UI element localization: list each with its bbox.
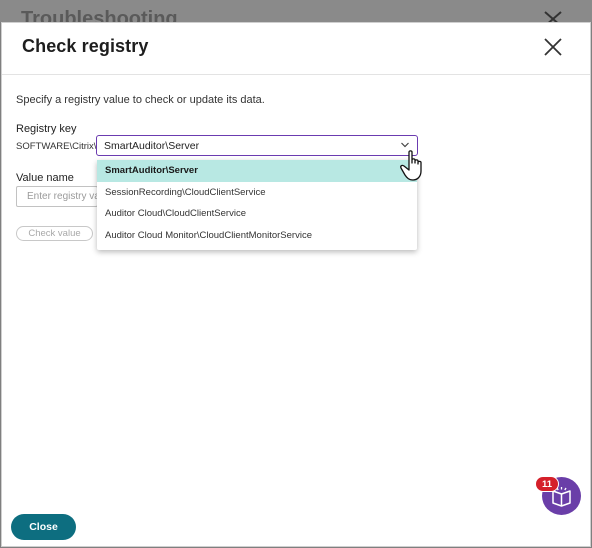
hand-cursor-icon [400,150,422,181]
dialog-description: Specify a registry value to check or upd… [16,94,265,106]
notification-badge: 11 [535,476,559,492]
registry-key-selected-value: SmartAuditor\Server [104,140,200,152]
dialog-title: Check registry [22,36,149,56]
value-name-label: Value name [16,172,74,184]
dropdown-option[interactable]: Auditor Cloud Monitor\CloudClientMonitor… [97,225,417,247]
value-name-input[interactable] [16,186,98,207]
registry-key-dropdown-list: SmartAuditor\Server SessionRecording\Clo… [97,160,417,250]
registry-key-label: Registry key [16,123,77,135]
dropdown-option[interactable]: SessionRecording\CloudClientService [97,182,417,204]
dialog-header: Check registry [2,23,590,75]
check-registry-dialog: Check registry Specify a registry value … [1,22,591,547]
close-button[interactable]: Close [11,514,76,540]
dropdown-option[interactable]: SmartAuditor\Server [97,160,417,182]
background-header: Troubleshooting [0,0,592,22]
background-close-icon [544,11,562,22]
close-icon[interactable] [542,36,564,58]
registry-key-select[interactable]: SmartAuditor\Server [96,135,418,156]
background-title: Troubleshooting [21,8,178,22]
dropdown-option[interactable]: Auditor Cloud\CloudClientService [97,203,417,225]
check-value-button[interactable]: Check value [16,226,93,241]
registry-key-prefix: SOFTWARE\Citrix\ [16,141,97,152]
